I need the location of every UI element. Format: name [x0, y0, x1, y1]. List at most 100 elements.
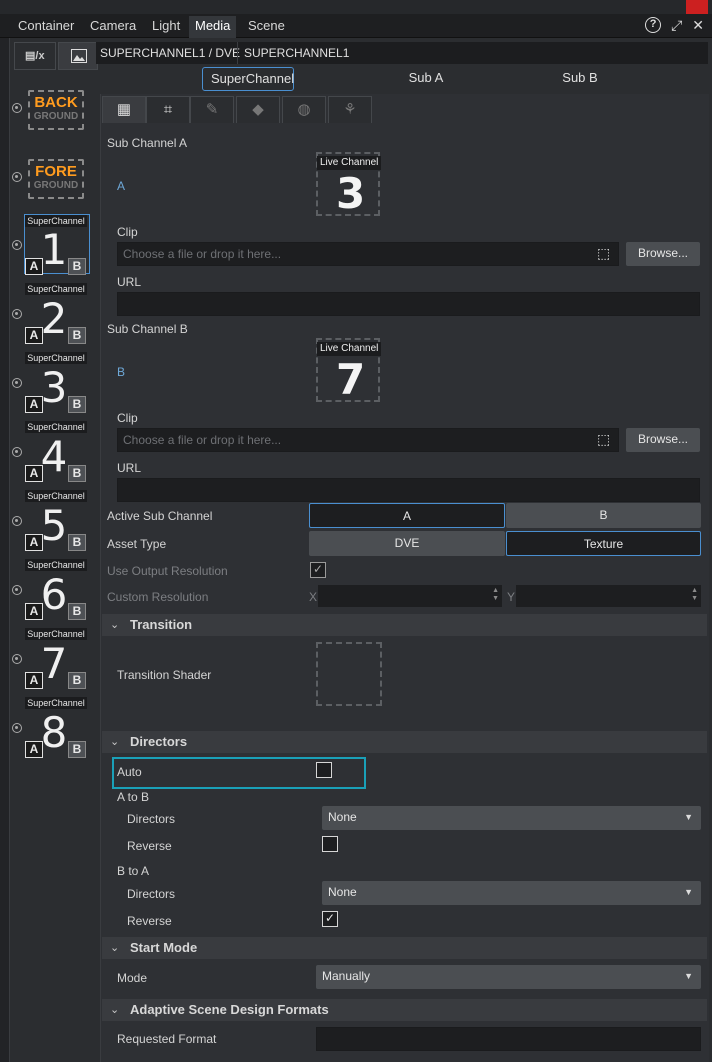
clip-a-input[interactable]: Choose a file or drop it here...	[117, 242, 619, 266]
channel-b-badge[interactable]: B	[68, 396, 86, 413]
channel-radio-3[interactable]	[12, 378, 22, 388]
close-icon[interactable]: ✕	[692, 16, 704, 34]
start-mode-section-header[interactable]: ⌄ Start Mode	[102, 937, 707, 959]
foreground-radio[interactable]	[12, 172, 22, 182]
warning-icon[interactable]	[686, 0, 708, 14]
background-radio[interactable]	[12, 103, 22, 113]
background-logo[interactable]: BACK GROUND	[28, 90, 84, 130]
adaptive-formats-section-header[interactable]: ⌄ Adaptive Scene Design Formats	[102, 999, 707, 1021]
window-top-strip	[0, 0, 712, 14]
url-b-input[interactable]	[117, 478, 700, 502]
tab-light[interactable]: Light	[150, 16, 182, 38]
chevron-down-icon: ⌄	[110, 942, 120, 954]
channel-a-badge[interactable]: A	[25, 465, 43, 482]
start-mode-value: Manually	[322, 969, 371, 983]
spin-arrows-icon[interactable]: ▲ ▼	[492, 587, 499, 603]
channel-b-badge[interactable]: B	[68, 741, 86, 758]
sub-a-letter: A	[117, 179, 126, 193]
ba-reverse-checkbox[interactable]: ✓	[322, 911, 338, 927]
file-pick-icon[interactable]: ⬚	[597, 245, 610, 262]
requested-format-input[interactable]	[316, 1027, 701, 1051]
channel-b-badge[interactable]: B	[68, 465, 86, 482]
channel-b-badge[interactable]: B	[68, 672, 86, 689]
channel-a-badge[interactable]: A	[25, 741, 43, 758]
tab-media[interactable]: Media	[189, 16, 237, 38]
tab-nodes[interactable]: ⚘	[328, 96, 372, 123]
properties-panel	[100, 94, 709, 1062]
ba-directors-value: None	[328, 885, 357, 899]
tab-keyer[interactable]: ✎	[190, 96, 234, 123]
channel-b-badge[interactable]: B	[68, 603, 86, 620]
ab-reverse-checkbox[interactable]	[322, 836, 338, 852]
active-sub-channel-label: Active Sub Channel	[107, 509, 213, 523]
expand-icon[interactable]: ⤢	[671, 16, 682, 34]
chevron-down-icon: ⌄	[110, 619, 120, 631]
channel-radio-2[interactable]	[12, 309, 22, 319]
channel-a-badge[interactable]: A	[25, 603, 43, 620]
asset-type-dve-button[interactable]: DVE	[309, 531, 505, 556]
tab-clip[interactable]: ▦	[102, 96, 146, 123]
tab-sphere[interactable]: ◍	[282, 96, 326, 123]
asset-type-label: Asset Type	[107, 537, 167, 551]
channel-a-badge[interactable]: A	[25, 258, 43, 275]
path-left: SUPERCHANNEL1 / DVE	[100, 46, 241, 60]
dropdown-arrow-icon: ▼	[684, 971, 693, 981]
clip-b-input[interactable]: Choose a file or drop it here...	[117, 428, 619, 452]
tab-container[interactable]: Container	[16, 16, 76, 38]
dropdown-arrow-icon: ▼	[684, 887, 693, 897]
tab-sub-b[interactable]: Sub B	[550, 67, 610, 91]
custom-res-x-input[interactable]: ▲ ▼	[318, 585, 502, 607]
tab-scene[interactable]: Scene	[246, 16, 287, 38]
transition-shader-label: Transition Shader	[117, 668, 212, 682]
file-pick-icon[interactable]: ⬚	[597, 431, 610, 448]
channel-a-badge[interactable]: A	[25, 396, 43, 413]
active-sub-a-button[interactable]: A	[309, 503, 505, 528]
auto-checkbox[interactable]	[316, 762, 332, 778]
asset-type-texture-button[interactable]: Texture	[506, 531, 701, 556]
channel-a-badge[interactable]: A	[25, 327, 43, 344]
transition-shader-slot[interactable]	[316, 642, 382, 706]
custom-res-y-input[interactable]: ▲ ▼	[516, 585, 701, 607]
auto-label: Auto	[117, 765, 142, 779]
url-a-input[interactable]	[117, 292, 700, 316]
use-output-resolution-checkbox[interactable]: ✓	[310, 562, 326, 578]
use-output-resolution-label: Use Output Resolution	[107, 564, 228, 578]
channel-a-badge[interactable]: A	[25, 534, 43, 551]
live-channel-a-label: Live Channel	[317, 156, 382, 170]
mode-label: Mode	[117, 971, 148, 985]
channel-b-badge[interactable]: B	[68, 258, 86, 275]
live-channel-a-number: 3	[336, 169, 366, 218]
tab-camera[interactable]: Camera	[88, 16, 138, 38]
transition-section-header[interactable]: ⌄ Transition	[102, 614, 707, 636]
channel-radio-4[interactable]	[12, 447, 22, 457]
channel-path-bar: SUPERCHANNEL1 / DVE SUPERCHANNEL1	[96, 42, 708, 64]
tab-fill[interactable]: ◆	[236, 96, 280, 123]
channel-radio-7[interactable]	[12, 654, 22, 664]
channel-b-badge[interactable]: B	[68, 327, 86, 344]
adaptive-formats-title: Adaptive Scene Design Formats	[130, 1002, 329, 1017]
channel-a-badge[interactable]: A	[25, 672, 43, 689]
channel-radio-6[interactable]	[12, 585, 22, 595]
help-icon[interactable]: ?	[645, 17, 662, 33]
start-mode-select[interactable]: Manually ▼	[316, 965, 701, 989]
directors-section-header[interactable]: ⌄ Directors	[102, 731, 707, 753]
channel-b-badge[interactable]: B	[68, 534, 86, 551]
ba-directors-select[interactable]: None ▼	[322, 881, 701, 905]
spin-arrows-icon[interactable]: ▲ ▼	[691, 587, 698, 603]
tab-sub-a[interactable]: Sub A	[396, 67, 456, 91]
tab-superchannel[interactable]: SuperChannel	[202, 67, 294, 91]
b-to-a-label: B to A	[117, 864, 150, 878]
url-b-label: URL	[117, 461, 142, 475]
image-tab[interactable]	[58, 42, 98, 70]
active-sub-b-button[interactable]: B	[506, 503, 701, 528]
tab-crop[interactable]: ⌗	[146, 96, 190, 123]
browse-a-button[interactable]: Browse...	[626, 242, 700, 266]
channel-radio-8[interactable]	[12, 723, 22, 733]
a-to-b-label: A to B	[117, 790, 150, 804]
foreground-logo[interactable]: FORE GROUND	[28, 159, 84, 199]
ab-directors-select[interactable]: None ▼	[322, 806, 701, 830]
effects-tab[interactable]: ▤/x	[14, 42, 56, 70]
channel-radio-1[interactable]	[12, 240, 22, 250]
channel-radio-5[interactable]	[12, 516, 22, 526]
browse-b-button[interactable]: Browse...	[626, 428, 700, 452]
